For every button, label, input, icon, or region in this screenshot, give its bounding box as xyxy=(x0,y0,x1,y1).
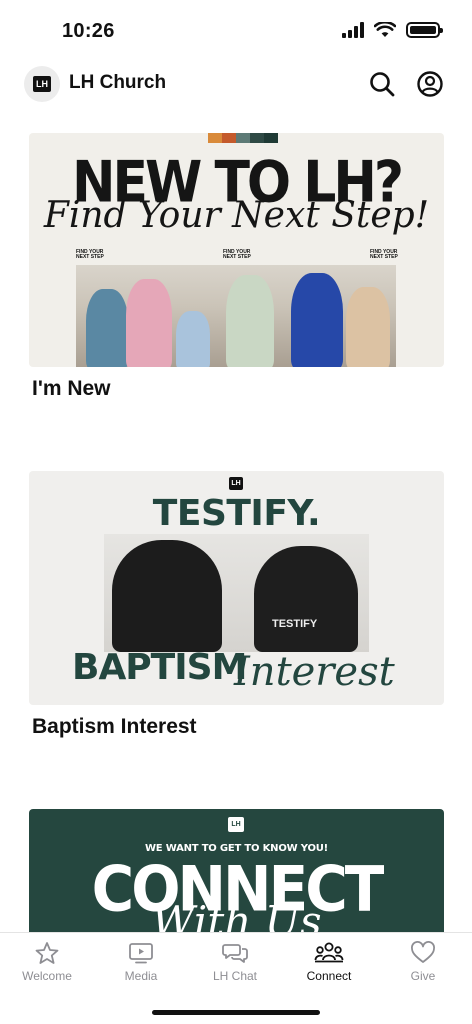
banner-script-text: With Us xyxy=(151,897,322,933)
tab-welcome[interactable]: Welcome xyxy=(0,941,94,991)
stripe-segment xyxy=(208,133,222,143)
search-icon[interactable] xyxy=(368,70,396,98)
tab-media[interactable]: Media xyxy=(94,941,188,991)
banner-small-text: FIND YOUR NEXT STEP xyxy=(76,249,104,260)
shirt-text: TESTIFY xyxy=(272,618,318,630)
stripe-segment xyxy=(236,133,250,143)
tab-give[interactable]: Give xyxy=(376,941,470,991)
church-logo[interactable]: LH xyxy=(24,66,60,102)
app-title: LH Church xyxy=(69,72,167,93)
chat-bubbles-icon xyxy=(222,944,248,963)
banner-script-text: Find Your Next Step! xyxy=(43,195,430,236)
star-icon xyxy=(35,942,59,964)
banner-word-baptism: BAPTISM xyxy=(72,647,247,688)
battery-icon xyxy=(406,22,443,38)
tab-label: Welcome xyxy=(22,969,72,983)
logo-mark: LH xyxy=(33,76,51,92)
cellular-signal-icon xyxy=(342,22,364,38)
color-stripe xyxy=(208,133,278,143)
banner-word-interest: Interest xyxy=(234,649,395,695)
tab-label: Media xyxy=(124,969,158,983)
heart-icon xyxy=(411,941,435,963)
tab-connect[interactable]: Connect xyxy=(282,941,376,991)
profile-icon[interactable] xyxy=(416,70,444,98)
wifi-icon xyxy=(374,22,396,37)
lh-logo: LH xyxy=(229,477,243,490)
stripe-segment xyxy=(250,133,264,143)
baptism-photo: TESTIFY xyxy=(104,534,369,652)
lh-logo: LH xyxy=(228,817,244,832)
card-title[interactable]: Baptism Interest xyxy=(32,715,197,739)
connect-with-us-card[interactable]: LH WE WANT TO GET TO KNOW YOU! CONNECT W… xyxy=(29,809,444,933)
banner-small-text: FIND YOUR NEXT STEP xyxy=(370,249,398,260)
card-title[interactable]: I'm New xyxy=(32,377,111,401)
new-to-lh-card[interactable]: NEW TO LH? Find Your Next Step! FIND YOU… xyxy=(29,133,444,367)
congregation-photo xyxy=(76,265,396,367)
home-indicator[interactable] xyxy=(152,1010,320,1015)
banner-title: TESTIFY. xyxy=(152,493,321,534)
tab-label: LH Chat xyxy=(212,969,258,983)
stripe-segment xyxy=(222,133,236,143)
tv-play-icon xyxy=(129,943,153,964)
stripe-segment xyxy=(264,133,278,143)
app-header: LH LH Church xyxy=(0,62,472,106)
banner-small-text: FIND YOUR NEXT STEP xyxy=(223,249,251,260)
tab-label: Give xyxy=(410,969,436,983)
status-time: 10:26 xyxy=(62,20,115,42)
status-bar: 10:26 xyxy=(0,0,472,60)
baptism-interest-card[interactable]: LH TESTIFY. TESTIFY BAPTISM Interest xyxy=(29,471,444,705)
people-group-icon xyxy=(314,942,344,963)
tab-lh-chat[interactable]: LH Chat xyxy=(188,941,282,991)
tab-label: Connect xyxy=(306,969,352,983)
status-icons xyxy=(342,22,443,38)
